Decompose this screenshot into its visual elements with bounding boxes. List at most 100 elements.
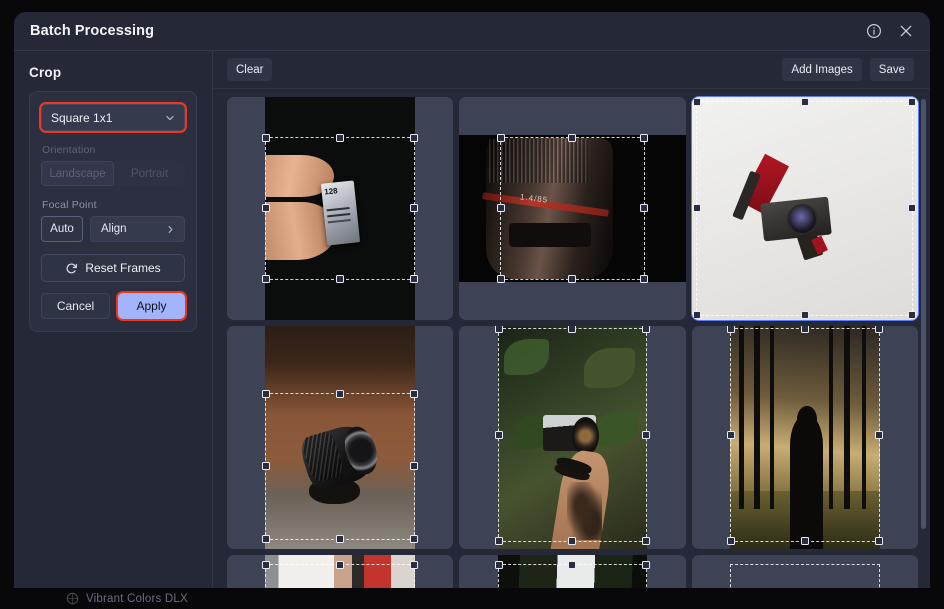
vertical-scrollbar[interactable]	[921, 99, 926, 529]
orientation-option-portrait[interactable]: Portrait	[114, 161, 185, 186]
crop-handle-se[interactable]	[908, 310, 917, 319]
batch-processing-dialog: Batch Processing Crop Square 1x1 Orienta…	[14, 12, 930, 609]
toolbar-right-group: Add Images Save	[782, 58, 914, 81]
apply-highlight: Apply	[116, 291, 187, 321]
dialog-body: Crop Square 1x1 Orientation Landscape Po…	[14, 51, 930, 609]
close-icon[interactable]	[896, 21, 916, 41]
crop-handle-e[interactable]	[908, 204, 917, 213]
apply-button[interactable]: Apply	[118, 293, 185, 319]
aspect-ratio-highlight: Square 1x1	[39, 102, 187, 133]
reset-frames-button[interactable]: Reset Frames	[41, 254, 185, 282]
crop-handle-e[interactable]	[639, 204, 648, 213]
crop-handle-sw[interactable]	[494, 537, 503, 546]
aspect-ratio-value: Square 1x1	[51, 110, 113, 125]
crop-handle-s[interactable]	[336, 535, 345, 544]
crop-handle-w[interactable]	[262, 204, 271, 213]
grid-cell-camera-with-red-strap[interactable]	[690, 96, 919, 321]
crop-handle-ne[interactable]	[639, 134, 648, 143]
app-badge-icon	[66, 592, 79, 605]
crop-handle-sw[interactable]	[262, 535, 271, 544]
crop-handle-e[interactable]	[409, 204, 418, 213]
crop-handle-sw[interactable]	[727, 537, 736, 546]
crop-handle-sw[interactable]	[693, 310, 702, 319]
crop-handle-se[interactable]	[409, 535, 418, 544]
crop-handle-se[interactable]	[639, 274, 648, 283]
grid-cell-hand-holding-camera-in-foliage[interactable]	[459, 326, 686, 549]
crop-handle-s[interactable]	[800, 537, 809, 546]
crop-handle-ne[interactable]	[409, 389, 418, 398]
orientation-option-landscape[interactable]: Landscape	[41, 161, 114, 186]
photo-camera-with-red-strap	[691, 97, 918, 320]
crop-handle-se[interactable]	[874, 537, 883, 546]
crop-handle-w[interactable]	[693, 204, 702, 213]
crop-handle-e[interactable]	[642, 431, 651, 440]
photo-hand-holding-camera-in-foliage	[497, 326, 648, 549]
clear-button[interactable]: Clear	[227, 58, 273, 81]
chevron-right-icon	[165, 224, 176, 235]
crop-handle-ne[interactable]	[409, 134, 418, 143]
crop-handle-n[interactable]	[800, 98, 809, 107]
reset-frames-label: Reset Frames	[85, 261, 161, 275]
crop-handle-ne[interactable]	[874, 326, 883, 334]
crop-handle-w[interactable]	[262, 462, 271, 471]
grid-cell-camera-lens-red-ring[interactable]: 1.4/85	[459, 97, 686, 320]
photo-camera-lens-red-ring: 1.4/85	[459, 134, 686, 283]
refresh-icon	[65, 262, 78, 275]
crop-handle-sw[interactable]	[262, 274, 271, 283]
crop-handle-ne[interactable]	[409, 560, 418, 569]
crop-handle-n[interactable]	[336, 134, 345, 143]
crop-handle-e[interactable]	[874, 431, 883, 440]
crop-handle-s[interactable]	[568, 537, 577, 546]
crop-handle-ne[interactable]	[642, 326, 651, 334]
crop-handle-nw[interactable]	[497, 134, 506, 143]
focal-point-label: Focal Point	[42, 199, 97, 211]
crop-handle-s[interactable]	[336, 274, 345, 283]
crop-handle-n[interactable]	[568, 560, 577, 569]
crop-handle-e[interactable]	[409, 462, 418, 471]
crop-sidebar: Crop Square 1x1 Orientation Landscape Po…	[14, 51, 213, 609]
image-grid-scroll-area[interactable]: 1.4/85	[213, 89, 930, 609]
focal-auto-button[interactable]: Auto	[41, 216, 83, 242]
info-circle-icon[interactable]	[864, 21, 884, 41]
aspect-ratio-select[interactable]: Square 1x1	[41, 104, 185, 131]
crop-handle-n[interactable]	[568, 326, 577, 334]
crop-handle-n[interactable]	[336, 560, 345, 569]
chevron-down-icon	[164, 112, 176, 124]
cancel-button[interactable]: Cancel	[41, 293, 110, 319]
crop-handle-nw[interactable]	[494, 560, 503, 569]
dialog-header: Batch Processing	[14, 12, 930, 51]
app-name-label: Vibrant Colors DLX	[86, 592, 188, 605]
photo-hand-holding-sd-card	[265, 97, 415, 320]
save-button[interactable]: Save	[869, 58, 914, 81]
crop-handle-nw[interactable]	[693, 98, 702, 107]
crop-handle-s[interactable]	[800, 310, 809, 319]
crop-handle-ne[interactable]	[642, 560, 651, 569]
grid-cell-camera-lens-on-brown-backdrop[interactable]	[227, 326, 454, 549]
crop-handle-se[interactable]	[642, 537, 651, 546]
crop-handle-nw[interactable]	[262, 389, 271, 398]
crop-handle-nw[interactable]	[262, 560, 271, 569]
crop-handle-s[interactable]	[568, 274, 577, 283]
orientation-label: Orientation	[42, 144, 96, 156]
crop-handle-w[interactable]	[727, 431, 736, 440]
crop-handle-sw[interactable]	[497, 274, 506, 283]
crop-handle-ne[interactable]	[908, 98, 917, 107]
crop-handle-n[interactable]	[336, 389, 345, 398]
grid-cell-hand-holding-sd-card[interactable]	[227, 97, 454, 320]
add-images-button[interactable]: Add Images	[782, 58, 862, 81]
bottom-status-bar: Vibrant Colors DLX	[0, 588, 944, 609]
crop-handle-nw[interactable]	[262, 134, 271, 143]
image-grid: 1.4/85	[227, 96, 919, 609]
photo-camera-lens-on-brown-backdrop	[265, 326, 415, 549]
crop-handle-se[interactable]	[409, 274, 418, 283]
crop-settings-card: Square 1x1 Orientation Landscape Portrai…	[29, 91, 197, 332]
grid-cell-forest-silhouette-at-sunset[interactable]	[691, 326, 918, 549]
crop-handle-nw[interactable]	[727, 326, 736, 334]
orientation-segmented-control: Landscape Portrait	[41, 161, 185, 186]
crop-handle-w[interactable]	[494, 431, 503, 440]
focal-align-button[interactable]: Align	[90, 216, 185, 242]
crop-handle-nw[interactable]	[494, 326, 503, 334]
crop-handle-w[interactable]	[497, 204, 506, 213]
crop-handle-n[interactable]	[800, 326, 809, 334]
crop-handle-n[interactable]	[568, 134, 577, 143]
